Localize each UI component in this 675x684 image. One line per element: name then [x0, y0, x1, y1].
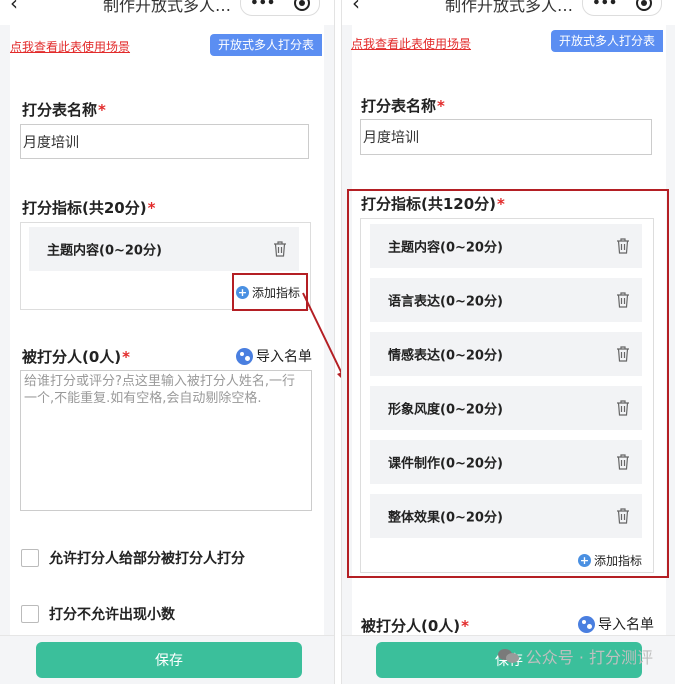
- name-input[interactable]: 月度培训: [360, 119, 652, 155]
- highlight-box: [347, 189, 669, 578]
- mini-program-capsule[interactable]: •••: [582, 0, 662, 16]
- footer-bar: 保存: [0, 635, 334, 684]
- checkbox[interactable]: [21, 549, 39, 567]
- nav-bar: ‹ 制作开放式多人… •••: [0, 0, 334, 25]
- mini-program-capsule[interactable]: •••: [240, 0, 320, 16]
- scene-link[interactable]: 点我查看此表使用场景: [351, 35, 471, 52]
- table-type-button[interactable]: 开放式多人打分表: [210, 34, 323, 56]
- option-partial-rating[interactable]: 允许打分人给部分被打分人打分: [21, 548, 245, 568]
- name-input[interactable]: 月度培训: [20, 124, 309, 159]
- checkbox[interactable]: [21, 605, 39, 623]
- scene-link[interactable]: 点我查看此表使用场景: [10, 38, 130, 55]
- people-icon: [236, 347, 253, 365]
- indicator-name: 主题内容(0~20分): [47, 243, 162, 259]
- nav-bar: ‹ 制作开放式多人… •••: [342, 0, 675, 25]
- table-type-button[interactable]: 开放式多人打分表: [551, 30, 664, 52]
- more-icon[interactable]: •••: [592, 0, 617, 11]
- ratee-textarea[interactable]: 给谁打分或评分?点这里输入被打分人姓名,一行一个,不能重复.如有空格,会自动剔除…: [20, 370, 312, 511]
- option-no-decimal[interactable]: 打分不允许出现小数: [21, 604, 175, 624]
- indicator-label: 打分指标(共20分)*: [22, 199, 156, 217]
- name-label: 打分表名称*: [361, 97, 445, 115]
- more-icon[interactable]: •••: [250, 0, 275, 11]
- indicator-row[interactable]: 主题内容(0~20分): [29, 227, 299, 271]
- highlight-box: [232, 273, 308, 311]
- right-screen: ‹ 制作开放式多人… ••• 点我查看此表使用场景 开放式多人打分表 打分表名称…: [341, 0, 675, 684]
- close-mini-program-icon[interactable]: [635, 0, 652, 11]
- people-icon: [578, 615, 595, 633]
- ratee-label: 被打分人(0人)*: [22, 348, 131, 366]
- wechat-icon: [497, 647, 520, 665]
- name-label: 打分表名称*: [22, 101, 106, 119]
- import-list-button[interactable]: 导入名单: [578, 614, 654, 634]
- ratee-label: 被打分人(0人)*: [361, 617, 470, 635]
- trash-icon[interactable]: [273, 241, 287, 257]
- left-screen: ‹ 制作开放式多人… ••• 点我查看此表使用场景 开放式多人打分表 打分表名称…: [0, 0, 335, 684]
- watermark: 公众号 · 打分测评: [497, 644, 653, 668]
- close-mini-program-icon[interactable]: [293, 0, 310, 11]
- save-button[interactable]: 保存: [36, 642, 302, 678]
